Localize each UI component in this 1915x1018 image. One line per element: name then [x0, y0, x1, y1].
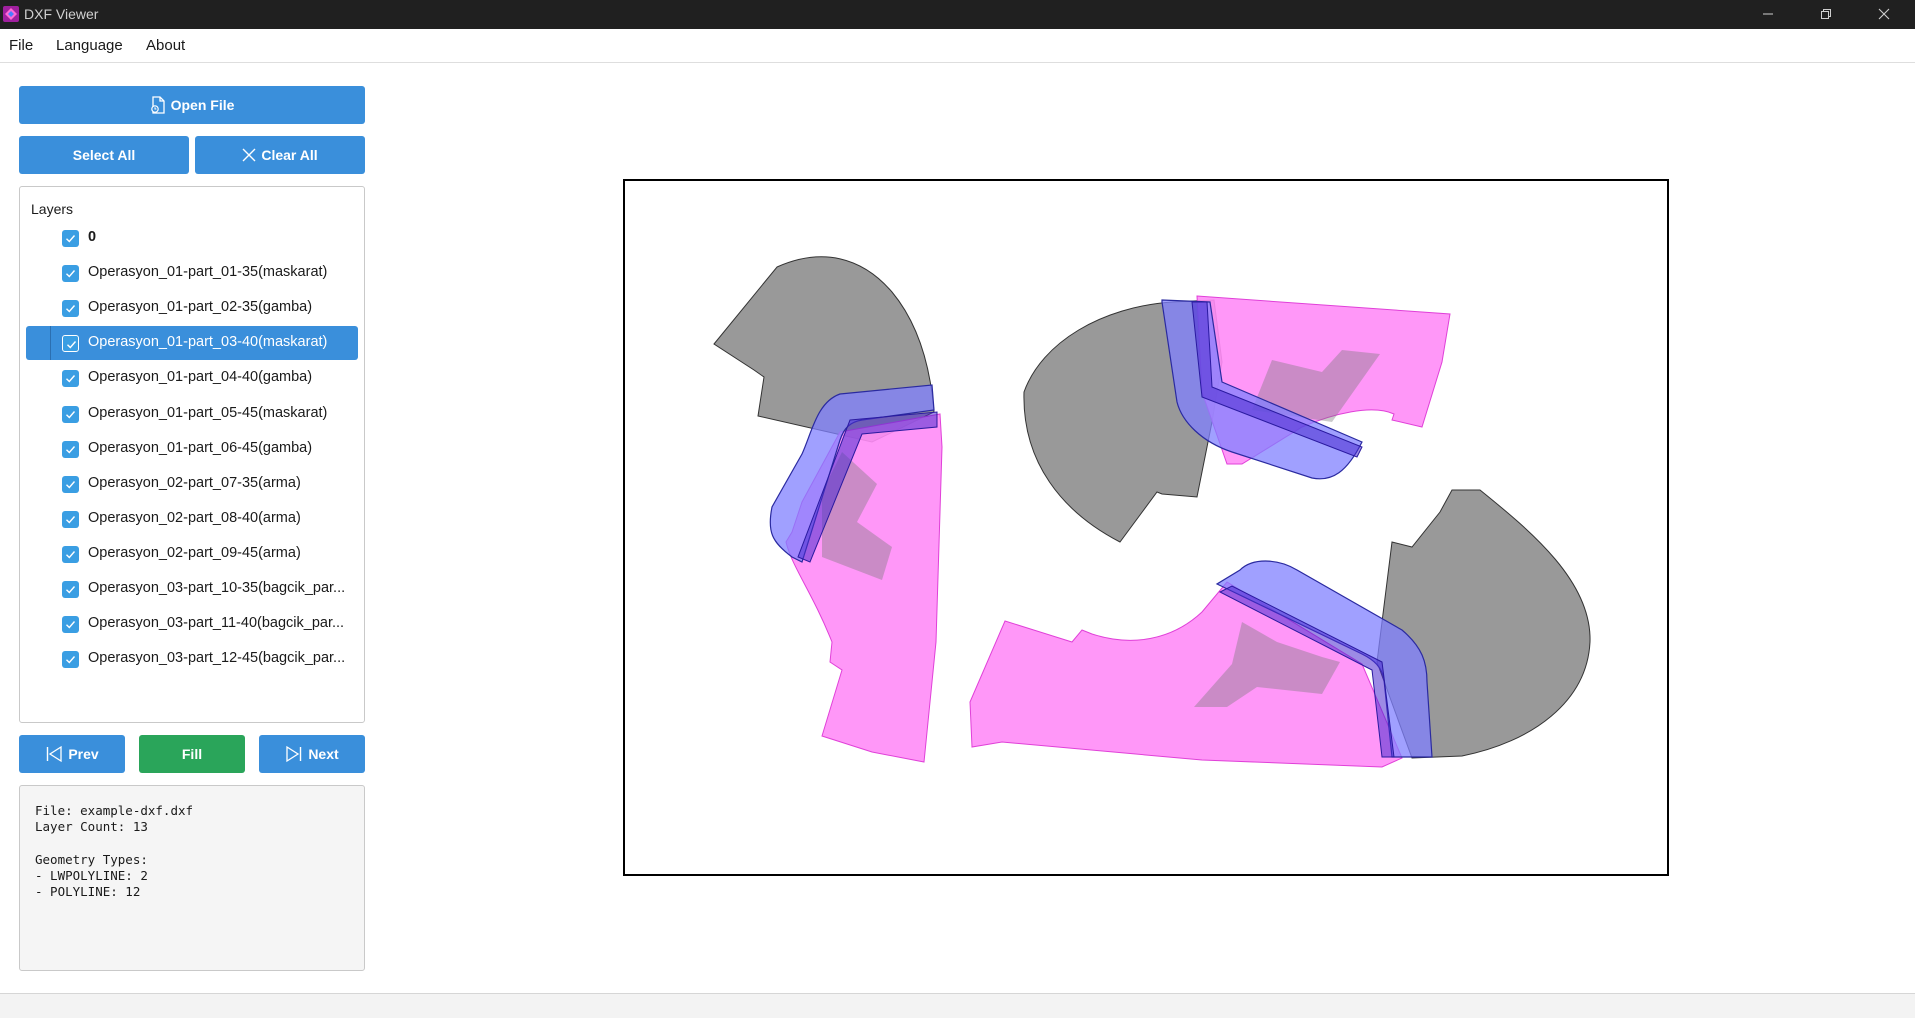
info-polyline: - POLYLINE: 12: [35, 884, 141, 899]
clear-all-button[interactable]: Clear All: [195, 136, 365, 174]
skip-back-icon: [47, 745, 62, 763]
select-all-label: Select All: [72, 147, 136, 163]
layer-checkbox[interactable]: [62, 370, 79, 387]
layer-item[interactable]: Operasyon_03-part_10-35(bagcik_par...: [26, 572, 358, 606]
skip-forward-icon: [286, 745, 302, 763]
layer-checkbox[interactable]: [62, 581, 79, 598]
checkmark-icon: [66, 305, 76, 313]
file-info-panel: File: example-dxf.dxf Layer Count: 13 Ge…: [19, 785, 365, 971]
prev-button[interactable]: Prev: [19, 735, 125, 773]
checkmark-icon: [66, 516, 76, 524]
layer-checkbox[interactable]: [62, 406, 79, 423]
menu-bar: File Language About: [0, 29, 1915, 63]
layer-checkbox[interactable]: [62, 476, 79, 493]
layer-checkbox[interactable]: [62, 511, 79, 528]
app-logo-icon: [3, 6, 19, 22]
layer-name: Operasyon_01-part_05-45(maskarat): [88, 405, 328, 421]
layer-item[interactable]: Operasyon_02-part_07-35(arma): [26, 467, 358, 501]
minimize-button[interactable]: [1739, 0, 1797, 29]
info-file: File: example-dxf.dxf: [35, 803, 194, 818]
menu-about[interactable]: About: [146, 37, 185, 54]
layer-name: Operasyon_02-part_08-40(arma): [88, 510, 301, 526]
layer-item[interactable]: Operasyon_01-part_06-45(gamba): [26, 432, 358, 466]
layer-checkbox[interactable]: [62, 546, 79, 563]
clear-all-label: Clear All: [261, 147, 318, 163]
title-bar: DXF Viewer: [0, 0, 1915, 29]
minimize-icon: [1763, 13, 1773, 15]
info-layer-count: Layer Count: 13: [35, 819, 148, 834]
layer-checkbox[interactable]: [62, 230, 79, 247]
layer-item[interactable]: Operasyon_01-part_04-40(gamba): [26, 361, 358, 395]
layer-name: Operasyon_01-part_04-40(gamba): [88, 369, 313, 385]
next-button[interactable]: Next: [259, 735, 365, 773]
restore-button[interactable]: [1797, 0, 1855, 29]
open-file-button[interactable]: Open File: [19, 86, 365, 124]
layer-checkbox[interactable]: [62, 651, 79, 668]
file-icon: [150, 96, 165, 114]
layer-checkbox[interactable]: [62, 441, 79, 458]
layer-checkbox[interactable]: [62, 335, 79, 352]
fill-button[interactable]: Fill: [139, 735, 245, 773]
layer-checkbox[interactable]: [62, 265, 79, 282]
open-file-label: Open File: [170, 97, 235, 113]
layer-item[interactable]: Operasyon_01-part_02-35(gamba): [26, 291, 358, 325]
layer-name: Operasyon_02-part_07-35(arma): [88, 475, 301, 491]
layer-checkbox[interactable]: [62, 616, 79, 633]
select-all-button[interactable]: Select All: [19, 136, 189, 174]
checkmark-icon: [66, 235, 76, 243]
checkmark-icon: [66, 586, 76, 594]
layer-item[interactable]: Operasyon_01-part_01-35(maskarat): [26, 256, 358, 290]
layer-item[interactable]: Operasyon_03-part_11-40(bagcik_par...: [26, 607, 358, 641]
info-geometry-title: Geometry Types:: [35, 852, 148, 867]
layer-name: Operasyon_03-part_10-35(bagcik_par...: [88, 580, 346, 596]
menu-file[interactable]: File: [9, 37, 33, 54]
layer-item[interactable]: Operasyon_03-part_12-45(bagcik_par...: [26, 642, 358, 676]
checkmark-icon: [66, 446, 76, 454]
layer-checkbox[interactable]: [62, 300, 79, 317]
close-icon: [242, 148, 256, 162]
menu-language[interactable]: Language: [56, 37, 123, 54]
layers-panel: Layers 0 Operasyon_01-part_01-35(maskarat…: [19, 186, 365, 723]
layer-name: Operasyon_01-part_06-45(gamba): [88, 440, 313, 456]
status-bar: [0, 993, 1915, 1018]
fill-label: Fill: [181, 746, 203, 762]
dxf-drawing[interactable]: [625, 181, 1667, 874]
layer-name: Operasyon_01-part_03-40(maskarat): [88, 334, 328, 350]
layer-item[interactable]: Operasyon_01-part_05-45(maskarat): [26, 397, 358, 431]
checkmark-icon: [66, 375, 76, 383]
dxf-canvas[interactable]: [623, 179, 1669, 876]
layer-name: Operasyon_01-part_01-35(maskarat): [88, 264, 328, 280]
window-title: DXF Viewer: [24, 6, 99, 22]
info-lwpolyline: - LWPOLYLINE: 2: [35, 868, 148, 883]
checkmark-icon: [66, 656, 76, 664]
layer-name: Operasyon_01-part_02-35(gamba): [88, 299, 313, 315]
checkmark-icon: [66, 481, 76, 489]
prev-label: Prev: [68, 746, 99, 762]
layer-name: Operasyon_02-part_09-45(arma): [88, 545, 301, 561]
checkmark-icon: [66, 551, 76, 559]
checkmark-icon: [66, 411, 76, 419]
layers-title: Layers: [31, 201, 74, 217]
layer-item[interactable]: Operasyon_01-part_03-40(maskarat): [26, 326, 358, 360]
checkmark-icon: [67, 341, 77, 349]
next-label: Next: [308, 746, 339, 762]
layer-name: Operasyon_03-part_12-45(bagcik_par...: [88, 650, 346, 666]
layer-name: 0: [88, 229, 97, 245]
checkmark-icon: [66, 270, 76, 278]
close-window-button[interactable]: [1855, 0, 1913, 29]
close-icon: [1878, 8, 1890, 20]
layer-item[interactable]: 0: [26, 221, 358, 255]
checkmark-icon: [66, 621, 76, 629]
layer-item[interactable]: Operasyon_02-part_08-40(arma): [26, 502, 358, 536]
layer-item[interactable]: Operasyon_02-part_09-45(arma): [26, 537, 358, 571]
layer-name: Operasyon_03-part_11-40(bagcik_par...: [88, 615, 345, 631]
restore-icon: [1821, 9, 1831, 19]
